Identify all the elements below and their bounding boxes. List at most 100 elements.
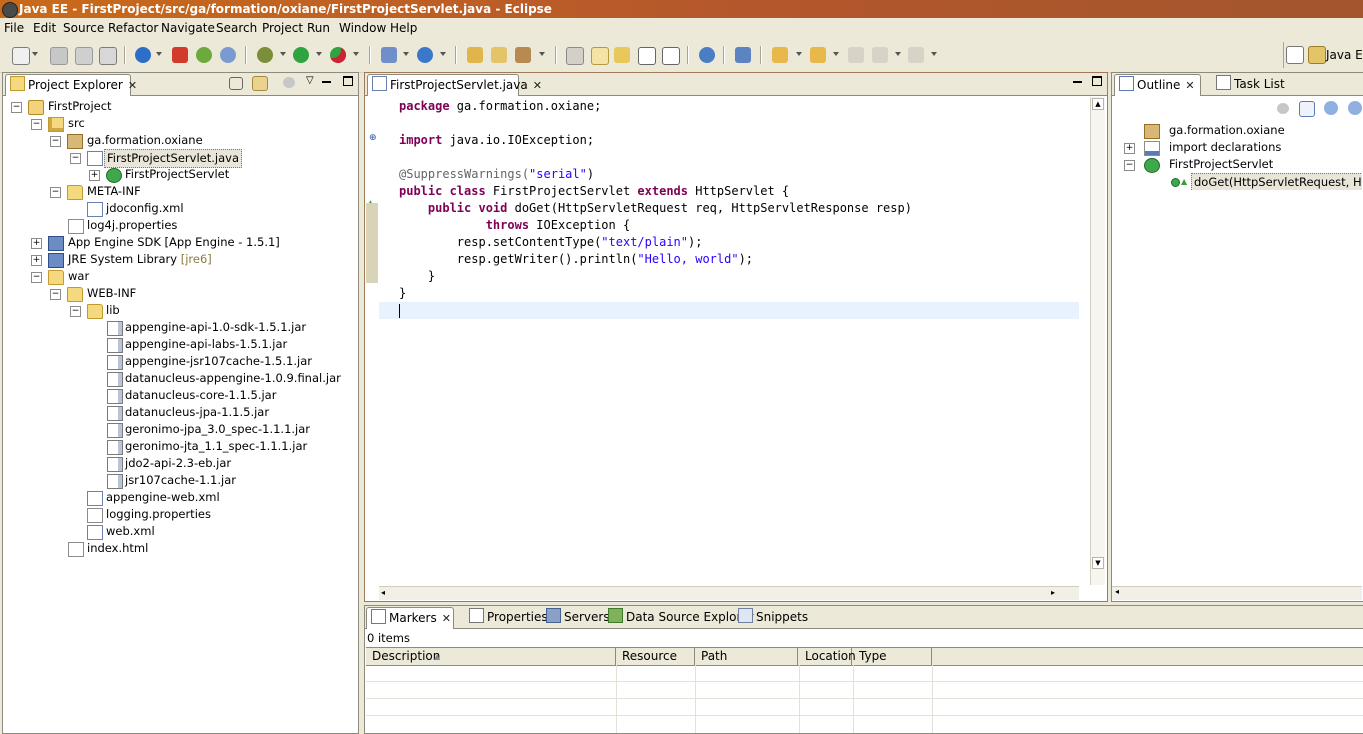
tree-item-jre-library[interactable]: + JRE System Library [jre6]: [3, 251, 353, 268]
debug-icon[interactable]: [257, 47, 273, 63]
highlight-icon[interactable]: [591, 47, 609, 65]
menu-help[interactable]: Help: [390, 20, 417, 36]
tree-item-src[interactable]: − src: [3, 115, 353, 132]
tree-item-meta-inf[interactable]: − META-INF: [3, 183, 353, 200]
collapse-icon[interactable]: −: [50, 289, 61, 300]
expand-icon[interactable]: +: [31, 238, 42, 249]
column-location[interactable]: Location: [799, 648, 856, 665]
column-path[interactable]: Path: [695, 648, 798, 665]
tab-outline[interactable]: Outline ✕: [1114, 74, 1201, 96]
tree-item-appengine-web-xml[interactable]: appengine-web.xml: [3, 489, 353, 506]
google-icon[interactable]: [135, 47, 151, 63]
toggle-markers-icon[interactable]: [566, 47, 584, 65]
expand-icon[interactable]: +: [1124, 143, 1135, 154]
collapse-icon[interactable]: −: [70, 306, 81, 317]
tree-item-app-engine-sdk[interactable]: + App Engine SDK [App Engine - 1.5.1]: [3, 234, 353, 251]
tree-item-servlet-java[interactable]: − FirstProjectServlet.java: [3, 149, 353, 168]
new-server-icon[interactable]: [381, 47, 397, 63]
code-area[interactable]: package ga.formation.oxiane; import java…: [379, 97, 1079, 585]
sort-icon[interactable]: [1299, 101, 1315, 117]
new-web-dropdown-icon[interactable]: [440, 52, 446, 56]
menu-file[interactable]: File: [4, 20, 24, 36]
perspective-java-ee[interactable]: Java EE: [1326, 48, 1363, 62]
tab-firstprojectservlet-java[interactable]: FirstProjectServlet.java ✕: [367, 74, 542, 96]
tree-item-firstproject[interactable]: − FirstProject: [3, 98, 353, 115]
back-icon[interactable]: [872, 47, 888, 63]
scroll-left-icon[interactable]: ◂: [381, 588, 385, 597]
collapse-icon[interactable]: −: [31, 119, 42, 130]
tree-item-jdoconfig[interactable]: jdoconfig.xml: [3, 200, 353, 217]
filter-icon[interactable]: [283, 77, 295, 88]
link-with-editor-icon[interactable]: [252, 76, 268, 91]
synchronize-icon[interactable]: [735, 47, 751, 63]
expand-icon[interactable]: +: [31, 255, 42, 266]
scroll-down-icon[interactable]: ▼: [1092, 557, 1104, 569]
tree-item-web-xml[interactable]: web.xml: [3, 523, 353, 540]
menu-navigate[interactable]: Navigate: [161, 20, 215, 36]
collapse-icon[interactable]: −: [70, 153, 81, 164]
outline-item-imports[interactable]: + import declarations: [1112, 139, 1362, 156]
close-icon[interactable]: ✕: [533, 76, 542, 96]
tab-markers[interactable]: Markers ✕: [366, 607, 454, 629]
outline-item-package[interactable]: ga.formation.oxiane: [1112, 122, 1362, 139]
view-menu-icon[interactable]: ▽: [306, 75, 314, 86]
tree-item-jar[interactable]: datanucleus-appengine-1.0.9.final.jar: [3, 370, 353, 387]
editor-horizontal-scrollbar[interactable]: ◂ ▸: [379, 586, 1079, 600]
scroll-left-icon[interactable]: ◂: [1115, 587, 1119, 596]
collapse-icon[interactable]: −: [1124, 160, 1135, 171]
menu-refactor[interactable]: Refactor: [108, 20, 158, 36]
block-selection-icon[interactable]: [638, 47, 656, 65]
tree-item-servlet-class[interactable]: + FirstProjectServlet: [3, 166, 353, 183]
new-icon[interactable]: [12, 47, 30, 65]
back-dropdown-icon[interactable]: [895, 52, 901, 56]
expand-icon[interactable]: +: [89, 170, 100, 181]
tree-item-index-html[interactable]: index.html: [3, 540, 353, 557]
last-edit-icon[interactable]: [848, 47, 864, 63]
next-annotation-dropdown-icon[interactable]: [796, 52, 802, 56]
external-tools-dropdown-icon[interactable]: [353, 52, 359, 56]
close-icon[interactable]: ✕: [442, 609, 451, 629]
outline-item-doget[interactable]: ▲ doGet(HttpServletRequest, HttpServletR…: [1112, 173, 1362, 190]
menu-run[interactable]: Run: [307, 20, 330, 36]
save-icon[interactable]: [50, 47, 68, 65]
tree-item-log4j[interactable]: log4j.properties: [3, 217, 353, 234]
next-annotation-icon[interactable]: [772, 47, 788, 63]
run-icon[interactable]: [293, 47, 309, 63]
scroll-right-icon[interactable]: ▸: [1051, 588, 1055, 597]
column-type[interactable]: Type: [853, 648, 932, 665]
tree-item-jar[interactable]: appengine-api-labs-1.5.1.jar: [3, 336, 353, 353]
open-perspective-icon[interactable]: [1286, 46, 1304, 64]
outline-horizontal-scrollbar[interactable]: ◂: [1112, 586, 1362, 600]
hide-non-public-icon[interactable]: [1277, 103, 1289, 114]
tree-item-logging-properties[interactable]: logging.properties: [3, 506, 353, 523]
close-icon[interactable]: ✕: [1185, 76, 1194, 96]
tree-item-jar[interactable]: geronimo-jpa_3.0_spec-1.1.1.jar: [3, 421, 353, 438]
menu-source[interactable]: Source: [63, 20, 104, 36]
expand-import-icon[interactable]: ⊕: [369, 133, 377, 143]
tree-item-lib[interactable]: − lib: [3, 302, 353, 319]
scroll-up-icon[interactable]: ▲: [1092, 98, 1104, 110]
run-dropdown-icon[interactable]: [316, 52, 322, 56]
forward-icon[interactable]: [908, 47, 924, 63]
tab-properties[interactable]: Properties: [465, 607, 548, 628]
tree-item-jar[interactable]: appengine-api-1.0-sdk-1.5.1.jar: [3, 319, 353, 336]
collapse-icon[interactable]: −: [50, 187, 61, 198]
menu-search[interactable]: Search: [216, 20, 257, 36]
hide-static-icon[interactable]: [1348, 101, 1362, 115]
menu-window[interactable]: Window: [339, 20, 386, 36]
collapse-icon[interactable]: −: [50, 136, 61, 147]
show-whitespace-icon[interactable]: [614, 47, 630, 63]
tree-item-package[interactable]: − ga.formation.oxiane: [3, 132, 353, 149]
menu-project[interactable]: Project: [262, 20, 303, 36]
tree-item-jar[interactable]: jdo2-api-2.3-eb.jar: [3, 455, 353, 472]
gwt-icon[interactable]: [172, 47, 188, 63]
previous-annotation-icon[interactable]: [810, 47, 826, 63]
maximize-icon[interactable]: [1092, 76, 1102, 86]
save-all-icon[interactable]: [75, 47, 93, 65]
tab-servers[interactable]: Servers: [542, 607, 610, 628]
collapse-icon[interactable]: −: [11, 102, 22, 113]
paragraph-icon[interactable]: [662, 47, 680, 65]
minimize-icon[interactable]: [1073, 81, 1082, 83]
maximize-icon[interactable]: [343, 76, 353, 86]
close-icon[interactable]: ✕: [128, 76, 137, 96]
